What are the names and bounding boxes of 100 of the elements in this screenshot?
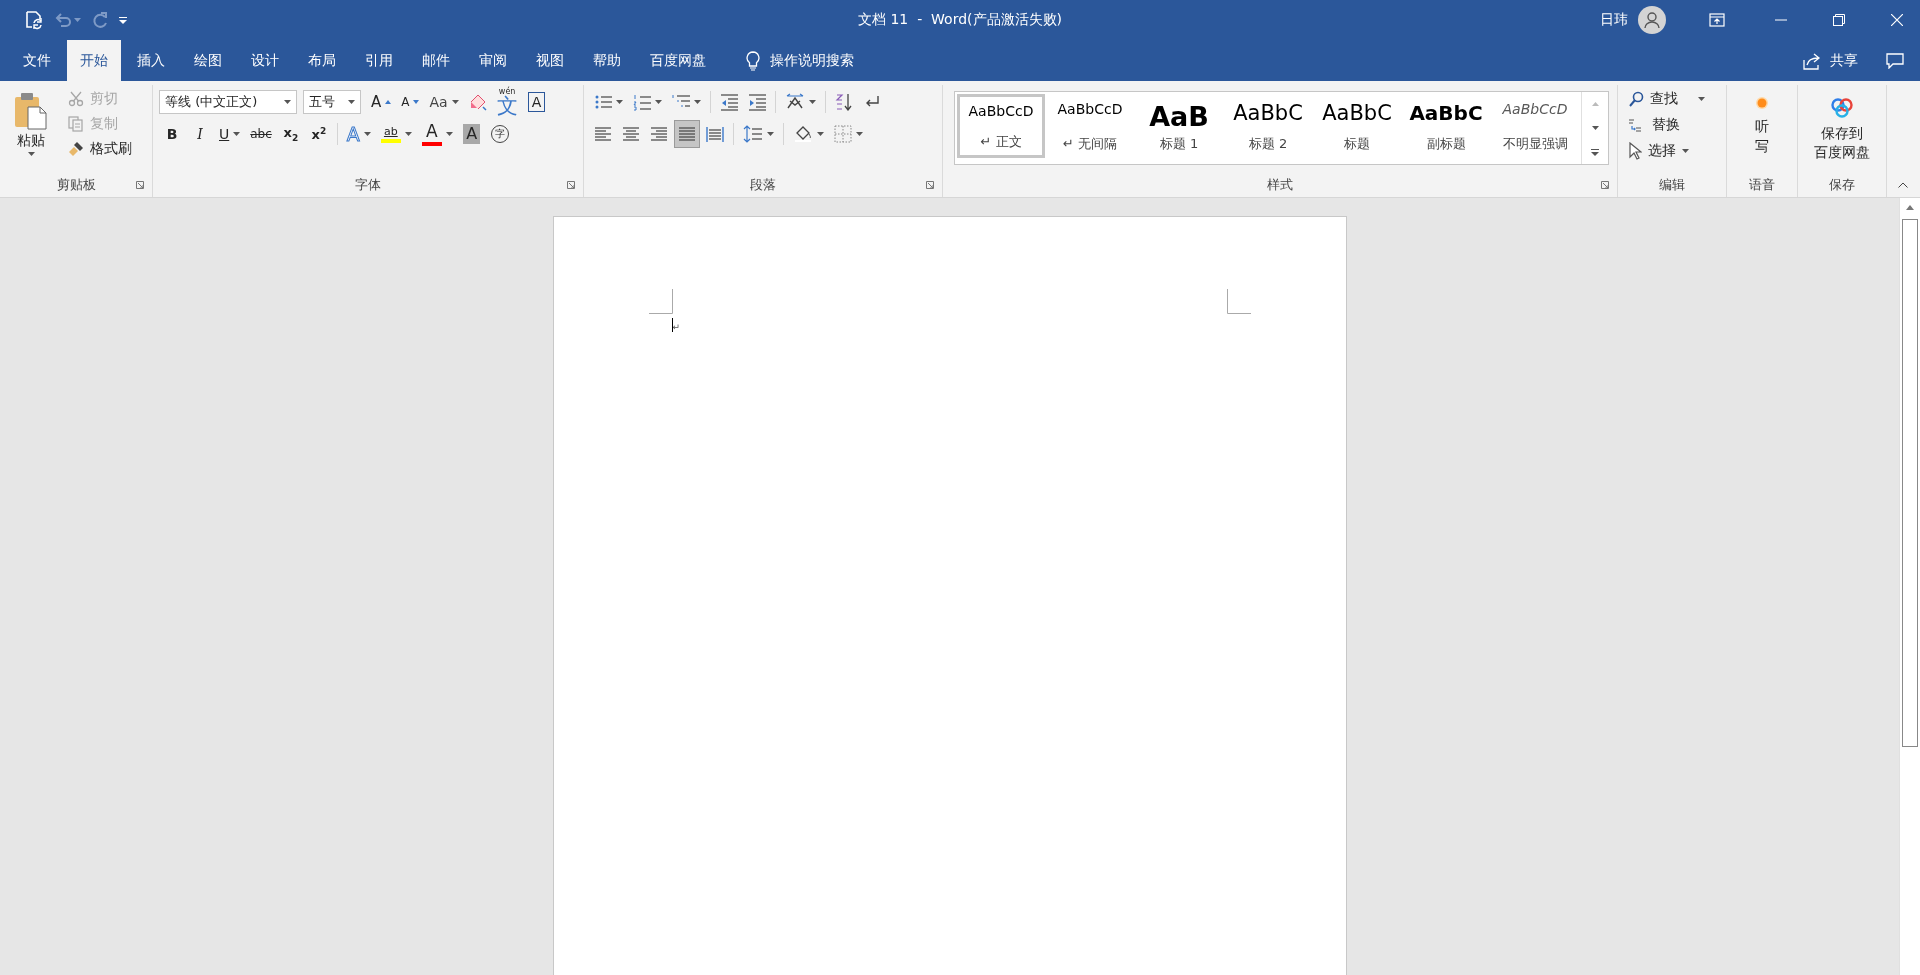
caret-icon [655, 100, 662, 104]
group-label: 字体 [355, 176, 381, 194]
grow-font-button[interactable]: A [367, 88, 396, 116]
dialog-launcher-icon [567, 181, 575, 189]
paintbrush-icon [68, 141, 84, 157]
superscript-button[interactable]: x$^{2}$ [305, 120, 332, 148]
search-icon [1628, 91, 1644, 107]
caret-icon [616, 100, 623, 104]
subscript-button[interactable]: x$_{2}$ [277, 120, 304, 148]
avatar-icon[interactable] [1638, 6, 1666, 34]
window-title: 文档 11 - Word(产品激活失败) [858, 11, 1062, 29]
dialog-launcher-icon [1601, 181, 1609, 189]
ribbon-tab[interactable]: 布局 [295, 40, 349, 81]
style-gallery-item[interactable]: AaB 标题 1 [1135, 94, 1223, 158]
align-justify-button[interactable] [674, 120, 700, 148]
phonetic-guide-button[interactable]: wén 文 [492, 88, 522, 116]
paint-bucket-icon [793, 125, 813, 143]
group-label: 样式 [1267, 176, 1293, 194]
find-button[interactable]: 查找 [1624, 87, 1709, 111]
dialog-launcher-button[interactable] [565, 179, 577, 191]
sort-icon [835, 93, 853, 111]
caret-icon [348, 100, 355, 104]
style-gallery-item[interactable]: AaBbCcD 不明显强调 [1491, 94, 1579, 158]
style-gallery-item[interactable]: AaBbC 标题 2 [1224, 94, 1312, 158]
chevron-up-icon [1898, 182, 1908, 188]
bold-button[interactable]: B [159, 120, 185, 148]
document-sync-icon [24, 10, 44, 30]
group-label: 段落 [750, 176, 776, 194]
caret-icon [451, 100, 459, 104]
ribbon-tab[interactable]: 绘图 [181, 40, 235, 81]
painter-button[interactable]: 格式刷 [64, 137, 136, 161]
eraser-icon [468, 93, 487, 111]
enclosed-character-button[interactable]: 字 [486, 120, 513, 148]
ribbon-tab[interactable]: 审阅 [466, 40, 520, 81]
caret-icon [404, 132, 412, 136]
caret-icon [1698, 97, 1705, 101]
scrollbar-thumb[interactable] [1902, 219, 1918, 747]
dialog-launcher-button[interactable] [134, 179, 146, 191]
down-triangle-icon [1591, 126, 1599, 130]
document-page[interactable]: ↵ [552, 216, 1347, 975]
group-label: 剪贴板 [56, 176, 96, 194]
align-right-icon [650, 125, 668, 143]
caret-icon [856, 132, 863, 136]
change-case-button[interactable]: Aa [425, 88, 463, 116]
caret-icon [363, 132, 371, 136]
down-triangle-icon [413, 100, 420, 104]
ribbon-tab[interactable]: 邮件 [409, 40, 463, 81]
ribbon-tab[interactable]: 插入 [124, 40, 178, 81]
vertical-scrollbar[interactable] [1899, 198, 1920, 975]
up-triangle-icon [1591, 102, 1599, 106]
style-gallery-item[interactable]: AaBbCcD ↵ 无间隔 [1046, 94, 1134, 158]
font-size-dropdown[interactable]: 五号 [303, 90, 361, 114]
up-triangle-icon [385, 100, 392, 104]
paste-button[interactable]: 粘贴 [6, 87, 56, 161]
style-gallery-item[interactable]: AaBbCcD ↵ 正文 [957, 94, 1045, 158]
align-justify-icon [678, 125, 696, 143]
up-triangle-icon [1906, 204, 1914, 210]
align-center-icon [622, 125, 640, 143]
ribbon-tab[interactable]: 设计 [238, 40, 292, 81]
undo-icon [54, 12, 72, 28]
caret-icon [694, 100, 701, 104]
tell-me-search[interactable]: 操作说明搜索 [740, 40, 860, 81]
text-cursor [671, 318, 673, 332]
font-name-dropdown[interactable]: 等线 (中文正文) [159, 90, 297, 114]
cloud-rings-icon [1829, 96, 1855, 118]
highlight-button[interactable]: ab [376, 120, 416, 148]
shrink-font-button[interactable]: A [397, 88, 424, 116]
caret-bar-icon [119, 16, 127, 24]
select-button[interactable]: 选择 [1624, 139, 1709, 163]
italic-button[interactable]: I [187, 120, 213, 148]
style-gallery-item[interactable]: AaBbC 副标题 [1402, 94, 1490, 158]
font-color-button[interactable]: A [417, 120, 457, 148]
ribbon-options-icon [1709, 13, 1725, 27]
group-label: 保存 [1829, 176, 1855, 194]
strikethrough-button[interactable]: abc [246, 120, 276, 148]
dictate-button[interactable]: 听写 [1748, 87, 1776, 166]
ribbon-tab[interactable]: 帮助 [580, 40, 634, 81]
underline-button[interactable]: U [215, 120, 245, 148]
ribbon-tab[interactable]: 文件 [10, 40, 64, 81]
close-icon [1891, 14, 1903, 26]
minimize-icon [1775, 19, 1787, 21]
save-to-cloud-button[interactable]: 保存到 百度网盘 [1807, 87, 1877, 171]
paragraph-mark: ↵ [672, 323, 681, 332]
ribbon-tab[interactable]: 百度网盘 [637, 40, 719, 81]
align-distributed-icon [706, 125, 724, 143]
replace-button[interactable]: 替换 [1624, 113, 1709, 137]
margin-corner-mark [1226, 289, 1251, 314]
dialog-launcher-button[interactable] [924, 179, 936, 191]
caret-icon [809, 100, 816, 104]
share-button[interactable]: 共享 [1794, 40, 1866, 81]
margin-corner-mark [648, 289, 673, 314]
ribbon-tab[interactable]: 引用 [352, 40, 406, 81]
redo-icon [91, 11, 109, 29]
ribbon-tab[interactable]: 视图 [523, 40, 577, 81]
caret-icon [767, 132, 774, 136]
lightbulb-icon [746, 50, 760, 71]
ribbon-tab[interactable]: 开始 [67, 40, 121, 81]
style-gallery-item[interactable]: AaBbC 标题 [1313, 94, 1401, 158]
dialog-launcher-button[interactable] [1599, 179, 1611, 191]
character-shading-button[interactable]: A [458, 120, 485, 148]
